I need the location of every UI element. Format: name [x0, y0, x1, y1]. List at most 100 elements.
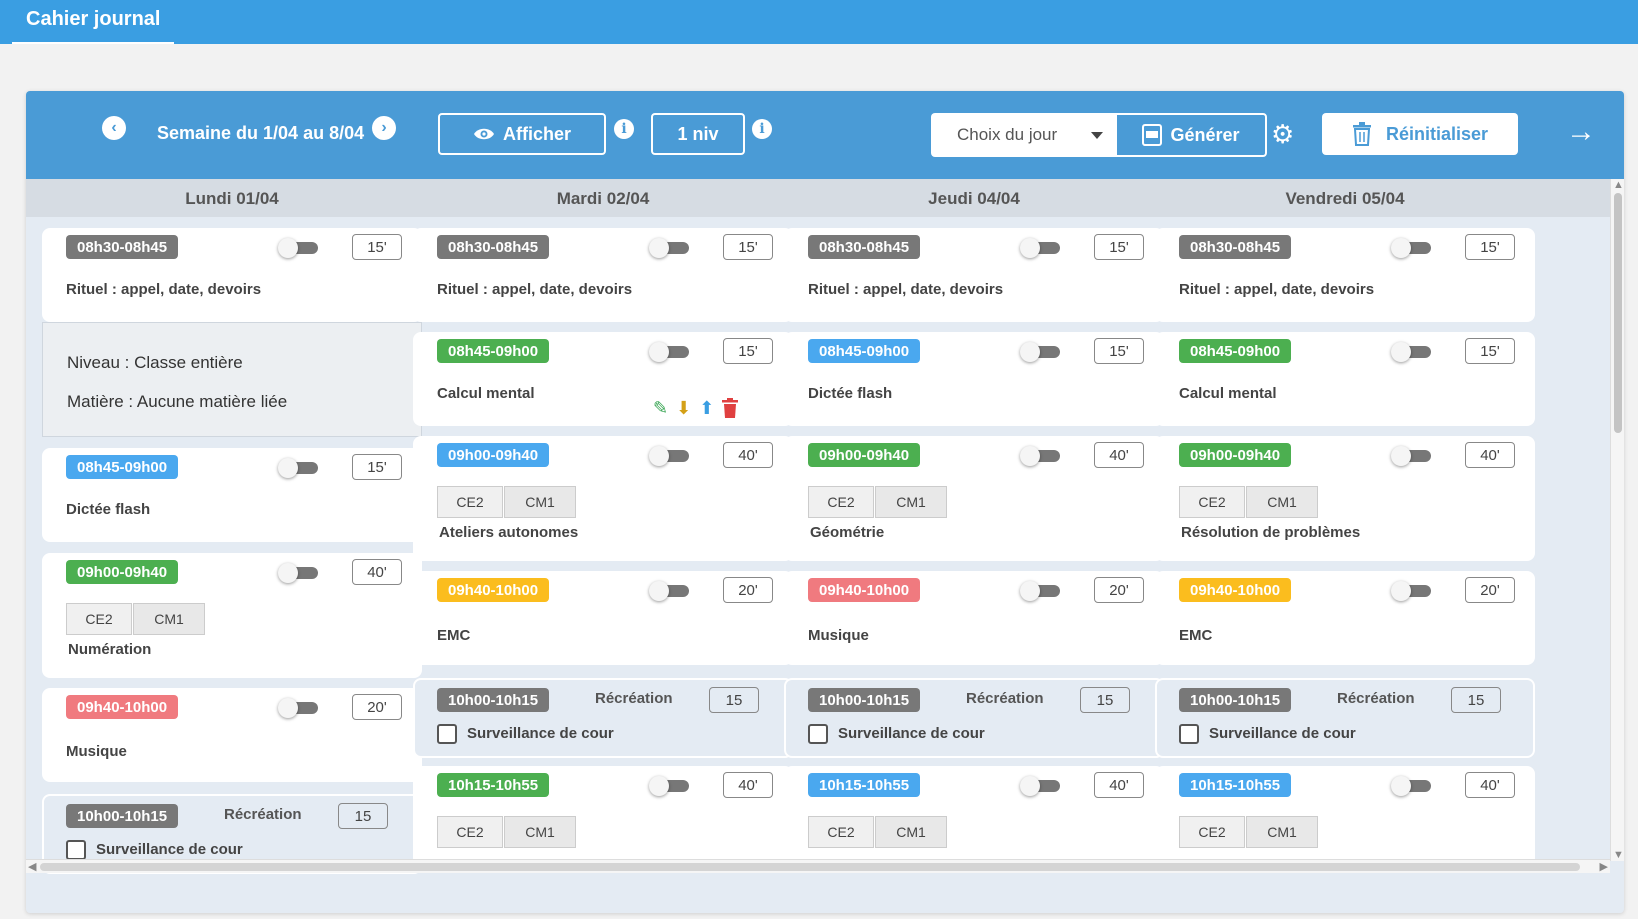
surveillance-checkbox[interactable]: [437, 724, 457, 744]
level-tag-ce2[interactable]: CE2: [808, 486, 874, 518]
duration-badge[interactable]: 40': [723, 442, 773, 468]
download-icon[interactable]: ⬇: [676, 398, 691, 423]
toggle-switch[interactable]: [1020, 776, 1060, 796]
schedule-card[interactable]: 09h00-09h40 40' CE2 CM1 Numération: [42, 553, 422, 678]
schedule-card[interactable]: 10h15-10h55 40' CE2 CM1: [1155, 766, 1535, 866]
duration-badge[interactable]: 40': [1465, 772, 1515, 798]
surveillance-checkbox[interactable]: [808, 724, 828, 744]
schedule-card[interactable]: 09h40-10h00 20' Musique: [42, 688, 422, 782]
level-tag-cm1[interactable]: CM1: [875, 816, 947, 848]
recreation-card[interactable]: 10h00-10h15 Récréation 15 Surveillance d…: [413, 678, 793, 758]
info-icon-niveau[interactable]: i: [752, 119, 772, 139]
level-tag-ce2[interactable]: CE2: [437, 816, 503, 848]
schedule-card[interactable]: 09h00-09h40 40' CE2 CM1 Ateliers autonom…: [413, 436, 793, 561]
scroll-left-icon[interactable]: ◀: [28, 860, 36, 873]
scroll-right-icon[interactable]: ▶: [1600, 860, 1608, 873]
level-tag-cm1[interactable]: CM1: [875, 486, 947, 518]
afficher-button[interactable]: Afficher: [438, 113, 606, 155]
recreation-card[interactable]: 10h00-10h15 Récréation 15 Surveillance d…: [1155, 678, 1535, 758]
generate-pdf-button[interactable]: Générer: [1115, 113, 1267, 157]
level-tag-cm1[interactable]: CM1: [504, 486, 576, 518]
level-tag-cm1[interactable]: CM1: [1246, 486, 1318, 518]
toggle-switch[interactable]: [278, 563, 318, 583]
toggle-switch[interactable]: [649, 776, 689, 796]
duration-badge[interactable]: 15': [723, 234, 773, 260]
schedule-card[interactable]: 08h45-09h00 15' Calcul mental ✎ ⬇ ⬆: [413, 332, 793, 426]
toggle-switch[interactable]: [1391, 342, 1431, 362]
toggle-switch[interactable]: [1020, 446, 1060, 466]
scroll-down-icon[interactable]: ▼: [1613, 849, 1624, 861]
duration-badge[interactable]: 15': [352, 234, 402, 260]
toggle-switch[interactable]: [278, 698, 318, 718]
scroll-thumb[interactable]: [1614, 193, 1622, 433]
upload-icon[interactable]: ⬆: [699, 398, 714, 423]
duration-badge[interactable]: 15': [352, 454, 402, 480]
schedule-card[interactable]: 08h45-09h00 15' Dictée flash: [42, 448, 422, 542]
next-week-button[interactable]: ›: [372, 116, 396, 140]
tab-cahier-journal[interactable]: Cahier journal: [12, 0, 175, 44]
toggle-switch[interactable]: [1020, 581, 1060, 601]
duration-badge[interactable]: 15': [723, 338, 773, 364]
toggle-switch[interactable]: [649, 342, 689, 362]
horizontal-scrollbar[interactable]: ◀ ▶: [26, 859, 1610, 873]
toggle-switch[interactable]: [1391, 238, 1431, 258]
toggle-switch[interactable]: [649, 581, 689, 601]
level-tag-ce2[interactable]: CE2: [1179, 816, 1245, 848]
schedule-card[interactable]: 10h15-10h55 40' CE2 CM1: [784, 766, 1164, 866]
gear-icon[interactable]: ⚙: [1271, 121, 1294, 147]
day-select[interactable]: Choix du jour: [931, 113, 1115, 157]
duration-badge[interactable]: 15': [1465, 338, 1515, 364]
level-tag-ce2[interactable]: CE2: [66, 603, 132, 635]
duration-badge[interactable]: 40': [1094, 442, 1144, 468]
toggle-switch[interactable]: [1391, 581, 1431, 601]
duration-badge[interactable]: 15: [1451, 687, 1501, 713]
schedule-card[interactable]: 09h00-09h40 40' CE2 CM1 Résolution de pr…: [1155, 436, 1535, 561]
surveillance-checkbox[interactable]: [1179, 724, 1199, 744]
schedule-card[interactable]: 09h00-09h40 40' CE2 CM1 Géométrie: [784, 436, 1164, 561]
level-tag-ce2[interactable]: CE2: [1179, 486, 1245, 518]
vertical-scrollbar[interactable]: ▲ ▼: [1610, 179, 1624, 861]
delete-icon[interactable]: [722, 398, 739, 423]
duration-badge[interactable]: 40': [1094, 772, 1144, 798]
duration-badge[interactable]: 15: [1080, 687, 1130, 713]
reset-button[interactable]: Réinitialiser: [1322, 113, 1518, 155]
schedule-card[interactable]: 08h30-08h45 15' Rituel : appel, date, de…: [413, 228, 793, 322]
level-tag-ce2[interactable]: CE2: [808, 816, 874, 848]
info-icon[interactable]: i: [614, 119, 634, 139]
schedule-card[interactable]: 08h30-08h45 15' Rituel : appel, date, de…: [1155, 228, 1535, 322]
level-tag-cm1[interactable]: CM1: [1246, 816, 1318, 848]
duration-badge[interactable]: 15': [1465, 234, 1515, 260]
toggle-switch[interactable]: [278, 238, 318, 258]
duration-badge[interactable]: 20': [1094, 577, 1144, 603]
toggle-switch[interactable]: [278, 458, 318, 478]
duration-badge[interactable]: 20': [723, 577, 773, 603]
duration-badge[interactable]: 15: [709, 687, 759, 713]
duration-badge[interactable]: 40': [1465, 442, 1515, 468]
recreation-card[interactable]: 10h00-10h15 Récréation 15 Surveillance d…: [784, 678, 1164, 758]
duration-badge[interactable]: 20': [352, 694, 402, 720]
niveau-button[interactable]: 1 niv: [651, 113, 745, 155]
duration-badge[interactable]: 15: [338, 803, 388, 829]
schedule-card[interactable]: 08h45-09h00 15' Calcul mental: [1155, 332, 1535, 426]
schedule-card[interactable]: 08h30-08h45 15' Rituel : appel, date, de…: [784, 228, 1164, 322]
duration-badge[interactable]: 40': [723, 772, 773, 798]
level-tag-cm1[interactable]: CM1: [504, 816, 576, 848]
toggle-switch[interactable]: [649, 238, 689, 258]
level-tag-cm1[interactable]: CM1: [133, 603, 205, 635]
schedule-card[interactable]: 08h45-09h00 15' Dictée flash: [784, 332, 1164, 426]
prev-week-button[interactable]: ‹: [102, 116, 126, 140]
scroll-thumb[interactable]: [40, 863, 1580, 871]
schedule-card[interactable]: 08h30-08h45 15' Rituel : appel, date, de…: [42, 228, 422, 322]
level-tag-ce2[interactable]: CE2: [437, 486, 503, 518]
toggle-switch[interactable]: [649, 446, 689, 466]
edit-icon[interactable]: ✎: [653, 398, 668, 423]
toggle-switch[interactable]: [1020, 342, 1060, 362]
toggle-switch[interactable]: [1020, 238, 1060, 258]
schedule-card[interactable]: 09h40-10h00 20' Musique: [784, 571, 1164, 665]
schedule-card[interactable]: 10h15-10h55 40' CE2 CM1: [413, 766, 793, 866]
duration-badge[interactable]: 15': [1094, 234, 1144, 260]
schedule-card[interactable]: 09h40-10h00 20' EMC: [1155, 571, 1535, 665]
toggle-switch[interactable]: [1391, 446, 1431, 466]
duration-badge[interactable]: 20': [1465, 577, 1515, 603]
scroll-up-icon[interactable]: ▲: [1613, 179, 1624, 191]
